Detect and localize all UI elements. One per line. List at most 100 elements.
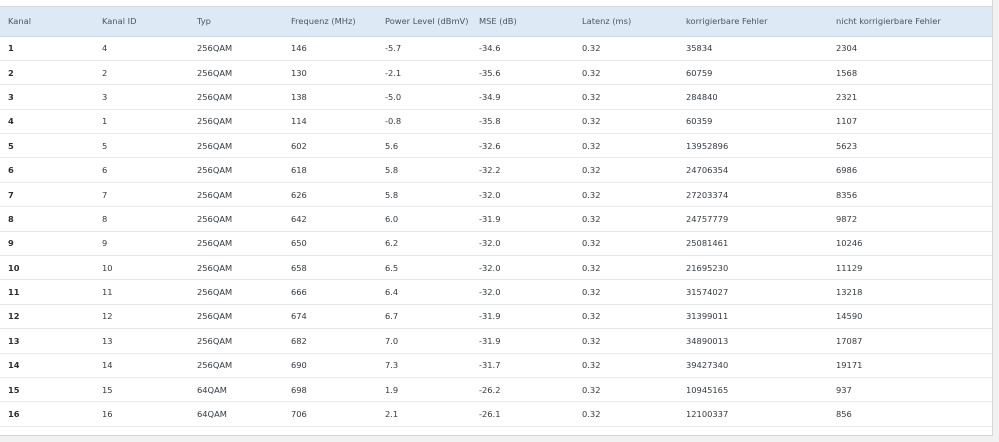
cell-nicht-korrigierbare-fehler: 14590 — [828, 304, 992, 330]
header-frequenz: Frequenz (MHz) — [283, 7, 377, 37]
cell-kanal: 5 — [0, 133, 94, 159]
table-row: 3 3 256QAM 138 -5.0 -34.9 0.32 284840 2321 — [0, 84, 992, 110]
table-row: 7 7 256QAM 626 5.8 -32.0 0.32 27203374 8356 — [0, 182, 992, 208]
cell-kanal-id: 7 — [94, 182, 189, 208]
cell-power-level: 6.0 — [377, 206, 471, 232]
cell-typ: 64QAM — [189, 401, 283, 427]
cell-mse: -32.0 — [471, 182, 574, 208]
cell-nicht-korrigierbare-fehler: 2321 — [828, 84, 992, 110]
cell-nicht-korrigierbare-fehler: 5623 — [828, 133, 992, 159]
cell-typ: 256QAM — [189, 182, 283, 208]
cell-latenz: 0.32 — [574, 279, 678, 305]
cell-nicht-korrigierbare-fehler: 8356 — [828, 182, 992, 208]
cell-frequenz: 114 — [283, 109, 377, 135]
cell-frequenz: 642 — [283, 206, 377, 232]
cell-korrigierbare-fehler: 60359 — [678, 109, 828, 135]
cell-kanal: 2 — [0, 60, 94, 86]
table-row: 8 8 256QAM 642 6.0 -31.9 0.32 24757779 9872 — [0, 206, 992, 232]
cell-mse: -31.9 — [471, 206, 574, 232]
cell-korrigierbare-fehler: 34890013 — [678, 328, 828, 354]
header-mse: MSE (dB) — [471, 7, 574, 37]
cell-mse: -31.9 — [471, 328, 574, 354]
cell-frequenz: 138 — [283, 84, 377, 110]
cell-nicht-korrigierbare-fehler: 2304 — [828, 36, 992, 61]
header-power-level: Power Level (dBmV) — [377, 7, 471, 37]
cell-mse: -34.6 — [471, 36, 574, 61]
cell-mse: -32.0 — [471, 255, 574, 281]
cell-kanal: 9 — [0, 231, 94, 257]
cell-latenz: 0.32 — [574, 401, 678, 427]
cell-frequenz: 130 — [283, 60, 377, 86]
cell-typ: 64QAM — [189, 377, 283, 403]
cell-korrigierbare-fehler: 12100337 — [678, 401, 828, 427]
cell-frequenz: 682 — [283, 328, 377, 354]
table-row: 15 15 64QAM 698 1.9 -26.2 0.32 10945165 937 — [0, 377, 992, 403]
channel-table: Kanal Kanal ID Typ Frequenz (MHz) Power … — [0, 7, 992, 427]
cell-kanal-id: 15 — [94, 377, 189, 403]
table-row: 14 14 256QAM 690 7.3 -31.7 0.32 39427340 19171 — [0, 353, 992, 378]
cell-power-level: -0.8 — [377, 109, 471, 135]
cell-korrigierbare-fehler: 24706354 — [678, 157, 828, 183]
cell-korrigierbare-fehler: 39427340 — [678, 353, 828, 378]
cell-latenz: 0.32 — [574, 231, 678, 257]
header-latenz: Latenz (ms) — [574, 7, 678, 37]
cell-typ: 256QAM — [189, 328, 283, 354]
cell-mse: -31.9 — [471, 304, 574, 330]
cell-korrigierbare-fehler: 13952896 — [678, 133, 828, 159]
cell-kanal: 1 — [0, 36, 94, 61]
cell-kanal-id: 10 — [94, 255, 189, 281]
cell-power-level: 7.3 — [377, 353, 471, 378]
cell-mse: -26.2 — [471, 377, 574, 403]
cell-latenz: 0.32 — [574, 377, 678, 403]
cell-power-level: 2.1 — [377, 401, 471, 427]
cell-mse: -35.8 — [471, 109, 574, 135]
table-row: 6 6 256QAM 618 5.8 -32.2 0.32 24706354 6986 — [0, 157, 992, 183]
cell-nicht-korrigierbare-fehler: 6986 — [828, 157, 992, 183]
cell-kanal: 10 — [0, 255, 94, 281]
cell-power-level: 6.2 — [377, 231, 471, 257]
cell-typ: 256QAM — [189, 109, 283, 135]
cell-kanal-id: 9 — [94, 231, 189, 257]
cell-nicht-korrigierbare-fehler: 11129 — [828, 255, 992, 281]
table-row: 16 16 64QAM 706 2.1 -26.1 0.32 12100337 856 — [0, 401, 992, 427]
table-body: 1 4 256QAM 146 -5.7 -34.6 0.32 35834 2304 2 2 256QA… — [0, 36, 992, 427]
cell-frequenz: 658 — [283, 255, 377, 281]
cell-kanal-id: 3 — [94, 84, 189, 110]
cell-nicht-korrigierbare-fehler: 19171 — [828, 353, 992, 378]
cell-korrigierbare-fehler: 284840 — [678, 84, 828, 110]
cell-korrigierbare-fehler: 27203374 — [678, 182, 828, 208]
cell-mse: -32.0 — [471, 231, 574, 257]
cell-frequenz: 690 — [283, 353, 377, 378]
cell-latenz: 0.32 — [574, 182, 678, 208]
table-row: 10 10 256QAM 658 6.5 -32.0 0.32 21695230 11129 — [0, 255, 992, 281]
cell-mse: -31.7 — [471, 353, 574, 378]
cell-typ: 256QAM — [189, 206, 283, 232]
cell-kanal-id: 4 — [94, 36, 189, 61]
cell-korrigierbare-fehler: 60759 — [678, 60, 828, 86]
cell-latenz: 0.32 — [574, 157, 678, 183]
cell-latenz: 0.32 — [574, 133, 678, 159]
cell-latenz: 0.32 — [574, 36, 678, 61]
cell-frequenz: 650 — [283, 231, 377, 257]
cell-typ: 256QAM — [189, 84, 283, 110]
cell-kanal: 16 — [0, 401, 94, 427]
cell-korrigierbare-fehler: 35834 — [678, 36, 828, 61]
cell-kanal-id: 2 — [94, 60, 189, 86]
cell-frequenz: 666 — [283, 279, 377, 305]
cell-power-level: 5.8 — [377, 182, 471, 208]
cell-latenz: 0.32 — [574, 109, 678, 135]
cell-mse: -34.9 — [471, 84, 574, 110]
cell-korrigierbare-fehler: 10945165 — [678, 377, 828, 403]
cell-nicht-korrigierbare-fehler: 1568 — [828, 60, 992, 86]
cell-korrigierbare-fehler: 31399011 — [678, 304, 828, 330]
table-row: 4 1 256QAM 114 -0.8 -35.8 0.32 60359 1107 — [0, 109, 992, 135]
cell-nicht-korrigierbare-fehler: 856 — [828, 401, 992, 427]
cell-kanal: 14 — [0, 353, 94, 378]
cell-latenz: 0.32 — [574, 60, 678, 86]
cell-nicht-korrigierbare-fehler: 13218 — [828, 279, 992, 305]
cell-nicht-korrigierbare-fehler: 1107 — [828, 109, 992, 135]
cell-mse: -26.1 — [471, 401, 574, 427]
cell-kanal: 4 — [0, 109, 94, 135]
cell-mse: -35.6 — [471, 60, 574, 86]
cell-nicht-korrigierbare-fehler: 937 — [828, 377, 992, 403]
